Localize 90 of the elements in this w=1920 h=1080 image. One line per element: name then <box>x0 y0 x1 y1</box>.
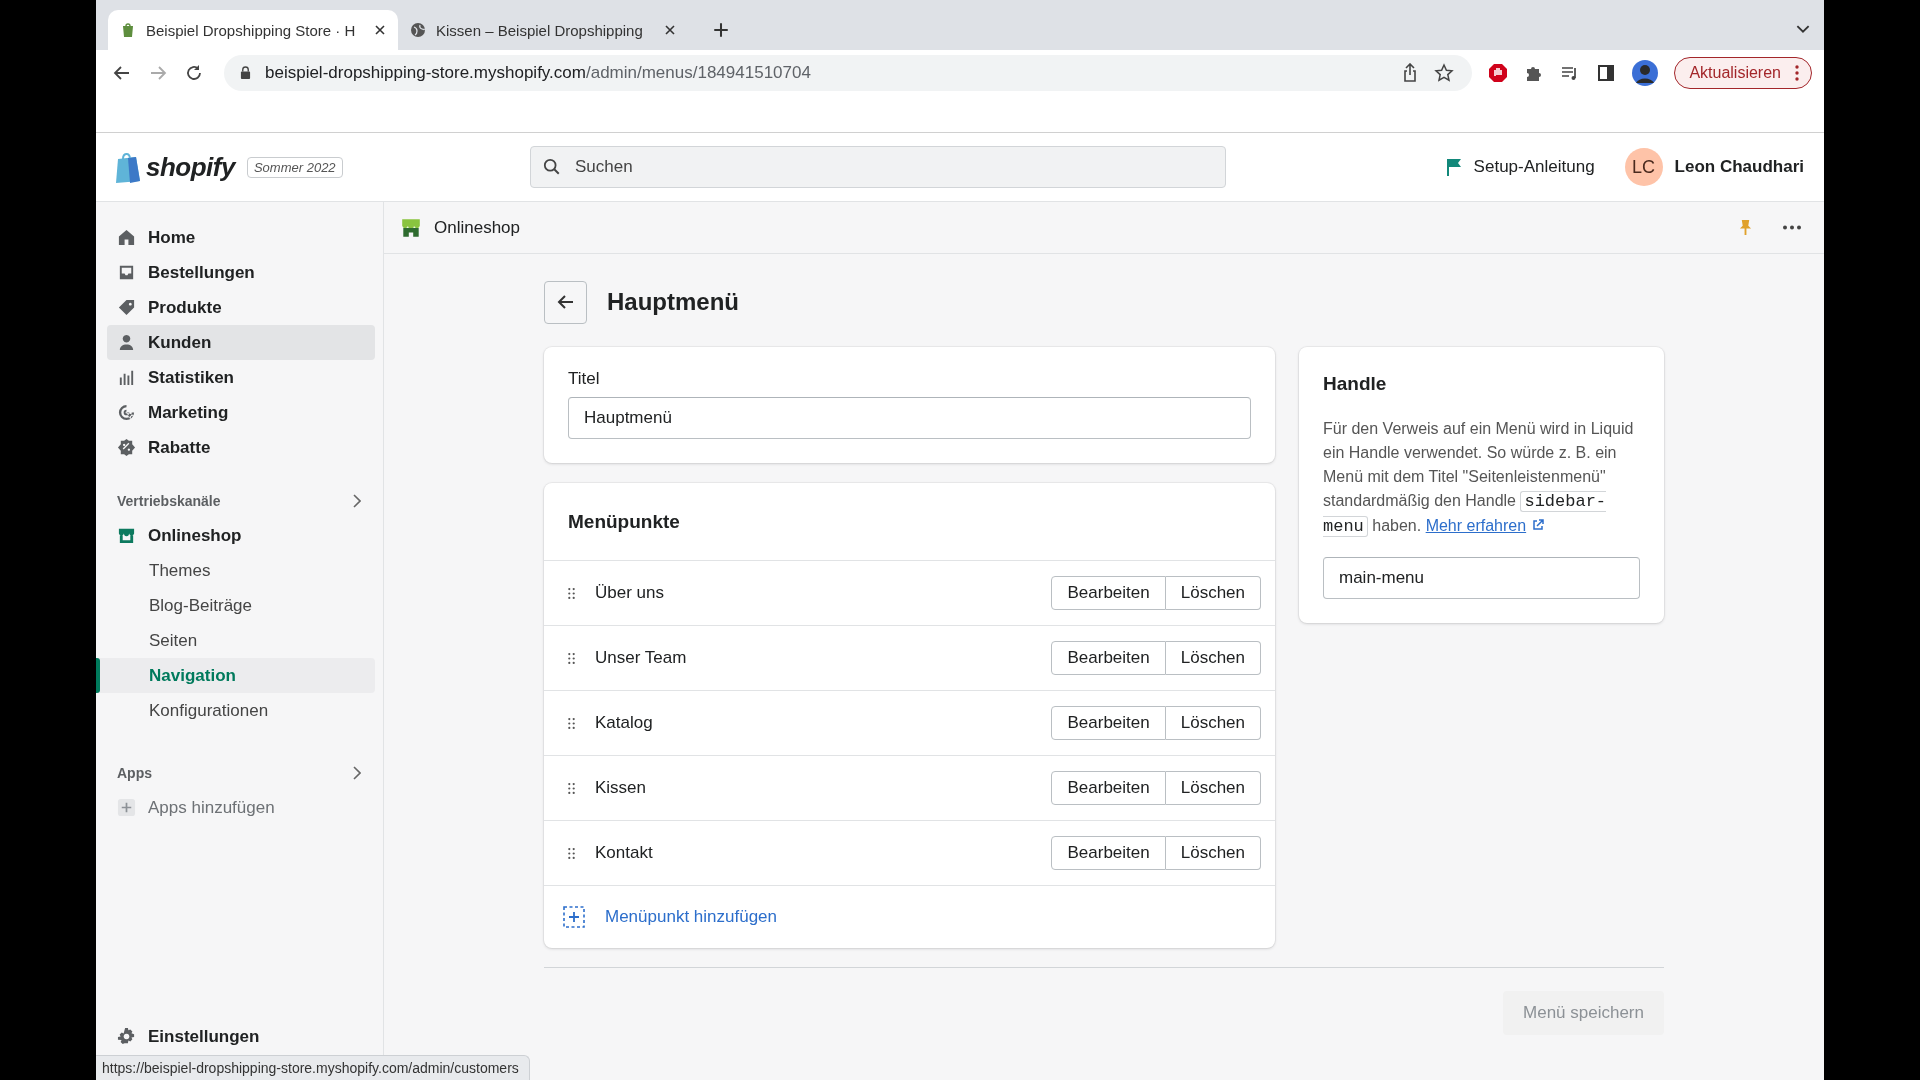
sidebar-subitem[interactable]: Konfigurationen <box>96 693 375 728</box>
chevron-right-icon[interactable] <box>353 765 361 780</box>
orders-icon <box>117 263 136 282</box>
storefront-icon <box>117 526 136 545</box>
profile-avatar-icon[interactable] <box>1632 59 1659 86</box>
menu-item-label: Katalog <box>595 713 653 733</box>
delete-button[interactable]: Löschen <box>1165 771 1261 805</box>
sidebar-subitem[interactable]: Themes <box>96 553 375 588</box>
menu-item-label: Über uns <box>595 583 664 603</box>
menu-item-label: Kontakt <box>595 843 653 863</box>
user-avatar[interactable]: LC <box>1624 148 1663 186</box>
field-label: Titel <box>568 369 601 389</box>
sidebar-item[interactable]: Statistiken <box>107 360 375 395</box>
drag-handle-icon[interactable] <box>568 717 575 729</box>
title-input[interactable]: Hauptmenü <box>568 397 1251 439</box>
sidebar-item[interactable]: Produkte <box>107 290 375 325</box>
more-icon[interactable] <box>1782 225 1802 230</box>
edit-button[interactable]: Bearbeiten <box>1051 771 1166 805</box>
shopping-bag-logo-icon <box>114 151 142 183</box>
external-link-icon <box>1532 519 1545 531</box>
add-item-icon <box>563 906 585 928</box>
edition-badge: Sommer 2022 <box>246 156 343 178</box>
edit-button[interactable]: Bearbeiten <box>1051 576 1166 610</box>
sidebar-item[interactable]: Rabatte <box>107 430 375 465</box>
section-heading: Apps <box>117 764 152 781</box>
delete-button[interactable]: Löschen <box>1165 576 1261 610</box>
add-apps-item[interactable]: Apps hinzufügen <box>107 790 375 825</box>
discount-icon <box>117 438 136 457</box>
edit-button[interactable]: Bearbeiten <box>1051 641 1166 675</box>
flag-icon <box>1445 158 1462 176</box>
sidebar-item[interactable]: Onlineshop <box>107 518 375 553</box>
delete-button[interactable]: Löschen <box>1165 706 1261 740</box>
settings-item[interactable]: Einstellungen <box>107 1019 375 1054</box>
globe-icon <box>410 22 426 38</box>
edit-button[interactable]: Bearbeiten <box>1051 706 1166 740</box>
sidebar-subitem[interactable]: Seiten <box>96 623 375 658</box>
back-button[interactable] <box>544 280 587 324</box>
handle-input[interactable]: main-menu <box>1323 557 1640 599</box>
search-icon <box>543 158 561 176</box>
plus-icon <box>117 798 136 817</box>
update-button[interactable]: Aktualisieren <box>1674 56 1812 89</box>
status-url-tooltip: https://beispiel-dropshipping-store.myshopify.com/admin/customers <box>96 1055 530 1080</box>
add-menu-item-link[interactable]: Menüpunkt hinzufügen <box>605 907 778 927</box>
sidebar-subitem[interactable]: Blog-Beiträge <box>96 588 375 623</box>
url-text: beispiel-dropshipping-store.myshopify.com/admin/menus/184941510704 <box>265 62 811 83</box>
menu-item-label: Unser Team <box>595 648 687 668</box>
delete-button[interactable]: Löschen <box>1165 836 1261 870</box>
sidebar-item[interactable]: Bestellungen <box>107 255 375 290</box>
stop-hand-icon[interactable] <box>1488 62 1509 83</box>
drag-handle-icon[interactable] <box>568 782 575 794</box>
setup-guide-link[interactable]: Setup-Anleitung <box>1445 157 1595 177</box>
card-heading: Menüpunkte <box>568 510 680 533</box>
settings-icon <box>117 1027 136 1046</box>
close-icon[interactable] <box>664 24 676 36</box>
sidebar-item[interactable]: Home <box>107 220 375 255</box>
page-title: Hauptmenü <box>607 288 739 316</box>
tag-icon <box>117 298 136 317</box>
sidebar-item[interactable]: Kunden <box>107 325 375 360</box>
lock-icon <box>240 66 251 79</box>
more-icon <box>1795 64 1799 81</box>
address-bar[interactable]: beispiel-dropshipping-store.myshopify.com/admin/menus/184941510704 <box>224 54 1473 91</box>
section-heading: Vertriebskanäle <box>117 492 221 509</box>
new-tab-icon[interactable] <box>712 21 730 39</box>
chevron-right-icon[interactable] <box>353 493 361 508</box>
delete-button[interactable]: Löschen <box>1165 641 1261 675</box>
sidebar-item[interactable]: Marketing <box>107 395 375 430</box>
side-panel-icon[interactable] <box>1596 62 1617 83</box>
browser-tab[interactable]: Beispiel Dropshipping Store · H <box>108 10 398 50</box>
shopping-bag-icon <box>120 22 136 38</box>
drag-handle-icon[interactable] <box>568 587 575 599</box>
star-icon[interactable] <box>1434 62 1455 83</box>
drag-handle-icon[interactable] <box>568 652 575 664</box>
user-name[interactable]: Leon Chaudhari <box>1674 157 1804 177</box>
home-icon <box>117 228 136 247</box>
channel-title: Onlineshop <box>434 217 520 238</box>
storefront-icon <box>400 216 422 239</box>
browser-tab[interactable]: Kissen – Beispiel Dropshipping <box>398 10 688 50</box>
chevron-down-icon[interactable] <box>1796 25 1810 34</box>
handle-description: Für den Verweis auf ein Menü wird in Liquid ein Handle verwendet. So würde z. B. ein Menü mit dem Titel "Seitenleistenmenü" standardmäßig den Handle sidebar-menu haben. Mehr erfahren <box>1323 419 1635 539</box>
search-field[interactable]: Suchen <box>530 146 1226 188</box>
bars-icon <box>117 368 136 387</box>
person-icon <box>117 333 136 352</box>
sidebar-subitem[interactable]: Navigation <box>96 658 375 693</box>
edit-button[interactable]: Bearbeiten <box>1051 836 1166 870</box>
close-icon[interactable] <box>374 24 386 36</box>
menu-item-label: Kissen <box>595 778 647 798</box>
card-heading: Handle <box>1323 373 1388 395</box>
learn-more-link[interactable]: Mehr erfahren <box>1425 517 1545 534</box>
logo-text: shopify <box>146 151 235 183</box>
drag-handle-icon[interactable] <box>568 847 575 859</box>
